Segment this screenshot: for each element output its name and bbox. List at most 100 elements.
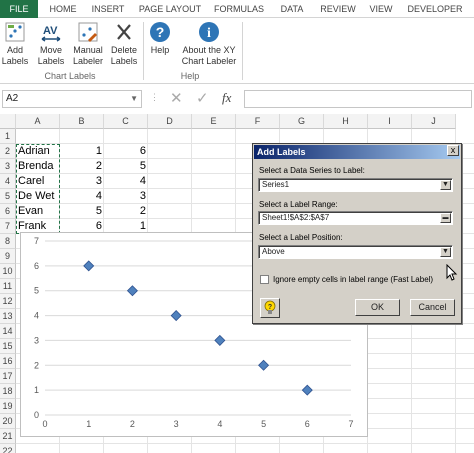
row-header-4[interactable]: 4 (0, 174, 16, 189)
tab-formulas[interactable]: FORMULAS (210, 0, 268, 18)
column-header-e[interactable]: E (192, 114, 236, 129)
row-header-16[interactable]: 16 (0, 354, 16, 369)
formula-bar: A2 ▼ ⋮ ✕ ✓ fx (0, 88, 474, 110)
cancel-button[interactable]: Cancel (410, 299, 455, 316)
ribbon-tab-bar: FILE HOME INSERT PAGE LAYOUT FORMULAS DA… (0, 0, 474, 18)
column-header-h[interactable]: H (324, 114, 368, 129)
tab-file[interactable]: FILE (0, 0, 38, 18)
cell-b3[interactable]: 2 (60, 159, 104, 174)
scatter-point (126, 285, 138, 297)
chevron-down-icon[interactable]: ▼ (130, 91, 138, 107)
move-labels-button[interactable]: AV Move Labels (34, 20, 68, 67)
series-dropdown[interactable]: Series1 ▼ (258, 178, 453, 192)
y-tick-label: 5 (34, 286, 39, 296)
row-header-3[interactable]: 3 (0, 159, 16, 174)
select-all-corner[interactable] (0, 114, 16, 129)
column-header-d[interactable]: D (148, 114, 192, 129)
row-header-20[interactable]: 20 (0, 414, 16, 429)
cell-c5[interactable]: 3 (104, 189, 148, 204)
cell-b6[interactable]: 5 (60, 204, 104, 219)
tab-data[interactable]: DATA (274, 0, 310, 18)
info-icon: i (199, 22, 219, 42)
column-header-j[interactable]: J (412, 114, 456, 129)
row-header-9[interactable]: 9 (0, 249, 16, 264)
row-header-12[interactable]: 12 (0, 294, 16, 309)
row-header-11[interactable]: 11 (0, 279, 16, 294)
cell-b2[interactable]: 1 (60, 144, 104, 159)
tab-home[interactable]: HOME (44, 0, 82, 18)
row-header-17[interactable]: 17 (0, 369, 16, 384)
delete-labels-button[interactable]: Delete Labels (108, 20, 140, 67)
more-icon[interactable]: ⋮ (150, 92, 159, 103)
row-header-13[interactable]: 13 (0, 309, 16, 324)
tab-developer[interactable]: DEVELOPER (402, 0, 468, 18)
row-header-8[interactable]: 8 (0, 234, 16, 249)
tab-page-layout[interactable]: PAGE LAYOUT (136, 0, 204, 18)
row-header-19[interactable]: 19 (0, 399, 16, 414)
row-header-10[interactable]: 10 (0, 264, 16, 279)
y-tick-label: 7 (34, 236, 39, 246)
cell-c4[interactable]: 4 (104, 174, 148, 189)
name-box-value: A2 (6, 93, 19, 104)
svg-text:i: i (207, 26, 211, 41)
about-button[interactable]: i About the XY Chart Labeler (178, 20, 240, 67)
row-header-7[interactable]: 7 (0, 219, 16, 234)
cell-b4[interactable]: 3 (60, 174, 104, 189)
group-label-chart-labels: Chart Labels (44, 71, 96, 81)
cell-c6[interactable]: 2 (104, 204, 148, 219)
manual-labeler-icon (78, 22, 98, 42)
series-label: Select a Data Series to Label: (259, 166, 365, 175)
fast-label-checkbox[interactable] (260, 275, 269, 284)
help-button[interactable]: ? Help (146, 20, 174, 56)
x-tick-label: 5 (261, 419, 266, 429)
row-header-1[interactable]: 1 (0, 129, 16, 144)
tab-view[interactable]: VIEW (366, 0, 396, 18)
range-input[interactable]: Sheet1!$A$2:$A$7 ▬ (258, 211, 453, 225)
position-dropdown[interactable]: Above ▼ (258, 245, 453, 259)
cell-c3[interactable]: 5 (104, 159, 148, 174)
manual-labeler-button[interactable]: Manual Labeler (70, 20, 106, 67)
help-button[interactable]: ? (260, 298, 280, 318)
add-labels-button[interactable]: Add Labels (0, 20, 30, 67)
row-header-2[interactable]: 2 (0, 144, 16, 159)
x-tick-label: 6 (305, 419, 310, 429)
scatter-point (83, 260, 95, 272)
row-header-14[interactable]: 14 (0, 324, 16, 339)
enter-icon[interactable]: ✓ (196, 89, 209, 107)
ok-button[interactable]: OK (355, 299, 400, 316)
row-header-15[interactable]: 15 (0, 339, 16, 354)
column-header-b[interactable]: B (60, 114, 104, 129)
chevron-down-icon[interactable]: ▼ (440, 247, 451, 257)
close-icon[interactable]: x (447, 145, 459, 156)
x-tick-label: 3 (174, 419, 179, 429)
add-labels-line1: Add (6, 45, 23, 55)
formula-input[interactable] (244, 90, 472, 108)
cancel-icon[interactable]: ✕ (170, 89, 183, 107)
column-header-f[interactable]: F (236, 114, 280, 129)
tab-review[interactable]: REVIEW (316, 0, 360, 18)
column-header-c[interactable]: C (104, 114, 148, 129)
tab-insert[interactable]: INSERT (88, 0, 128, 18)
insert-function-icon[interactable]: fx (222, 90, 231, 106)
cell-b5[interactable]: 4 (60, 189, 104, 204)
row-header-5[interactable]: 5 (0, 189, 16, 204)
y-tick-label: 1 (34, 385, 39, 395)
ribbon-group-divider (242, 22, 243, 80)
chevron-down-icon[interactable]: ▼ (440, 180, 451, 190)
move-labels-icon: AV (41, 25, 61, 42)
y-tick-label: 3 (34, 335, 39, 345)
group-label-help: Help (180, 71, 200, 81)
cell-c2[interactable]: 6 (104, 144, 148, 159)
row-header-22[interactable]: 22 (0, 444, 16, 453)
column-header-g[interactable]: G (280, 114, 324, 129)
range-select-icon[interactable]: ▬ (440, 213, 451, 223)
name-box[interactable]: A2 ▼ (2, 90, 142, 108)
help-line1: Help (150, 45, 170, 55)
move-labels-line2: Labels (37, 56, 65, 66)
range-label: Select a Label Range: (259, 200, 338, 209)
column-header-i[interactable]: I (368, 114, 412, 129)
column-header-a[interactable]: A (16, 114, 60, 129)
row-header-18[interactable]: 18 (0, 384, 16, 399)
row-header-6[interactable]: 6 (0, 204, 16, 219)
row-header-21[interactable]: 21 (0, 429, 16, 444)
